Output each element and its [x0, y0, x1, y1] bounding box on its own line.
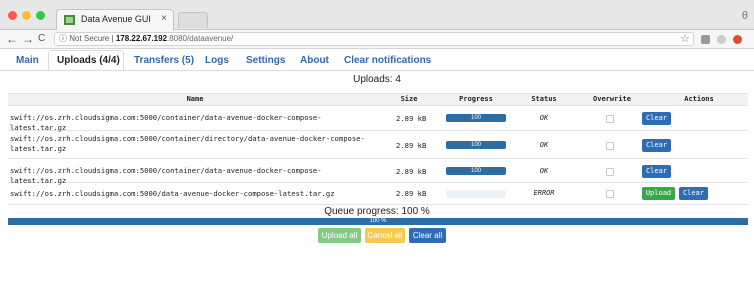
upload-button[interactable]: Upload — [642, 187, 675, 200]
clear-notifications-link[interactable]: Clear notifications — [344, 55, 431, 66]
file-name: swift://os.zrh.cloudsigma.com:5000/conta… — [10, 113, 322, 132]
url-input[interactable]: ⓘ Not Secure | 178.22.67.192:8080/dataav… — [54, 32, 694, 46]
clear-all-button[interactable]: Clear all — [409, 228, 446, 243]
queue-progress-label: Queue progress: 100 % — [324, 206, 430, 217]
profile-icon[interactable]: θ — [742, 10, 748, 22]
browser-tab[interactable]: Data Avenue GUI × — [56, 9, 174, 30]
table-row: swift://os.zrh.cloudsigma.com:5000/conta… — [8, 131, 748, 159]
extension-icon[interactable] — [733, 35, 742, 44]
table-row: swift://os.zrh.cloudsigma.com:5000/data-… — [8, 183, 748, 205]
overwrite-checkbox[interactable] — [606, 168, 614, 176]
tab-about[interactable]: About — [300, 55, 329, 66]
file-name: swift://os.zrh.cloudsigma.com:5000/data-… — [10, 189, 335, 198]
tab-uploads[interactable]: Uploads (4/4) — [57, 55, 120, 66]
table-header: Name Size Progress Status Overwrite Acti… — [8, 93, 748, 106]
progress-bar: 100 — [446, 141, 506, 149]
upload-all-button[interactable]: Upload all — [318, 228, 361, 243]
progress-fill: 100 — [446, 167, 506, 175]
tab-settings[interactable]: Settings — [246, 55, 285, 66]
clear-button[interactable]: Clear — [679, 187, 708, 200]
maximize-window-icon[interactable] — [36, 11, 45, 20]
overwrite-checkbox[interactable] — [606, 190, 614, 198]
url-path: :8080/dataavenue/ — [166, 34, 234, 43]
new-tab-button[interactable] — [178, 12, 208, 28]
table-row: swift://os.zrh.cloudsigma.com:5000/conta… — [8, 106, 748, 132]
tab-close-icon[interactable]: × — [161, 13, 167, 24]
close-window-icon[interactable] — [8, 11, 17, 20]
url-security-label: Not Secure — [69, 34, 110, 43]
column-header-size: Size — [400, 95, 418, 103]
table-row: swift://os.zrh.cloudsigma.com:5000/conta… — [8, 159, 748, 185]
status-text: OK — [539, 141, 549, 149]
file-size: 2.89 kB — [396, 189, 427, 198]
cancel-all-button[interactable]: Cancel all — [365, 228, 405, 243]
browser-titlebar: Data Avenue GUI × θ — [0, 0, 754, 30]
nav-divider — [0, 70, 754, 71]
file-name: swift://os.zrh.cloudsigma.com:5000/conta… — [10, 134, 365, 153]
tab-transfers[interactable]: Transfers (5) — [134, 55, 194, 66]
overwrite-checkbox[interactable] — [606, 142, 614, 150]
minimize-window-icon[interactable] — [22, 11, 31, 20]
forward-arrow-icon[interactable]: → — [22, 31, 34, 47]
queue-progress-fill: 100 % — [8, 218, 748, 225]
extension-icon[interactable] — [717, 35, 726, 44]
extension-icon[interactable] — [701, 35, 710, 44]
file-size: 2.89 kB — [396, 167, 427, 176]
status-text: OK — [539, 114, 549, 122]
back-arrow-icon[interactable]: ← — [6, 31, 18, 47]
file-size: 2.89 kB — [396, 114, 427, 123]
file-size: 2.89 kB — [396, 141, 427, 150]
column-header-status: Status — [531, 95, 557, 103]
progress-fill: 100 — [446, 114, 506, 122]
progress-fill: 100 — [446, 141, 506, 149]
progress-bar: 100 — [446, 167, 506, 175]
app-nav: Main Uploads (4/4) Transfers (5) Logs Se… — [0, 49, 754, 71]
tab-title: Data Avenue GUI — [81, 14, 151, 24]
tab-main[interactable]: Main — [16, 55, 39, 66]
column-header-progress: Progress — [459, 95, 493, 103]
status-text: ERROR — [533, 189, 555, 197]
progress-bar: 100 — [446, 114, 506, 122]
reload-icon[interactable]: C — [38, 31, 45, 47]
bookmark-star-icon[interactable]: ☆ — [680, 32, 690, 45]
uploads-count-title: Uploads: 4 — [353, 74, 401, 85]
status-text: OK — [539, 167, 549, 175]
column-header-actions: Actions — [684, 95, 714, 103]
info-icon[interactable]: ⓘ — [59, 34, 67, 43]
clear-button[interactable]: Clear — [642, 139, 671, 152]
clear-button[interactable]: Clear — [642, 112, 671, 125]
column-header-name: Name — [186, 95, 204, 103]
column-header-overwrite: Overwrite — [593, 95, 631, 103]
address-bar: ← → C ⓘ Not Secure | 178.22.67.192:8080/… — [0, 30, 754, 49]
progress-bar — [446, 190, 506, 198]
overwrite-checkbox[interactable] — [606, 115, 614, 123]
tab-logs[interactable]: Logs — [205, 55, 229, 66]
url-host: 178.22.67.192 — [115, 34, 167, 43]
url-separator: | — [111, 34, 114, 43]
clear-button[interactable]: Clear — [642, 165, 671, 178]
favicon-icon — [64, 15, 75, 25]
queue-progress-bar: 100 % — [8, 218, 748, 225]
